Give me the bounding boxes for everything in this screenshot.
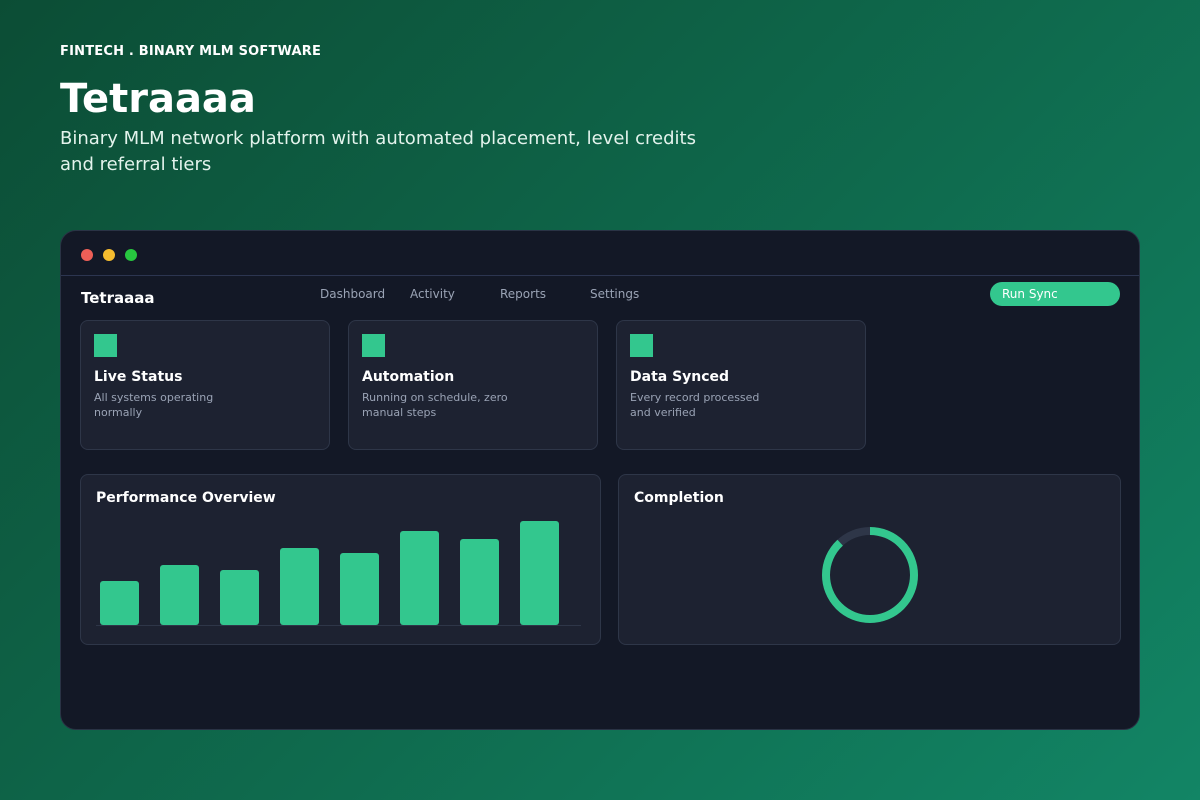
card-title: Automation (362, 369, 455, 385)
status-indicator-square (362, 334, 385, 357)
run-sync-button[interactable]: Run Sync (990, 282, 1120, 306)
performance-bar-chart (96, 521, 581, 626)
card-description: Every record processed and verified (630, 391, 760, 419)
performance-panel: Performance Overview (80, 474, 601, 645)
hero-subtitle: Binary MLM network platform with automat… (60, 128, 696, 175)
hero-eyebrow: FINTECH . BINARY MLM SOFTWARE (60, 44, 322, 59)
status-indicator-square (94, 334, 117, 357)
card-title: Live Status (94, 369, 183, 385)
card-title: Data Synced (630, 369, 730, 385)
maximize-window-dot[interactable] (125, 249, 137, 261)
nav-settings[interactable]: Settings (590, 287, 639, 301)
close-window-dot[interactable] (81, 249, 93, 261)
chart-bar (280, 548, 319, 625)
completion-panel: Completion (618, 474, 1121, 645)
chart-bar (460, 539, 499, 625)
chart-bar (520, 521, 559, 625)
completion-ring-progress (822, 527, 918, 623)
app-window: Tetraaaa Dashboard Activity Reports Sett… (60, 230, 1140, 730)
card-description: All systems operating normally (94, 391, 214, 419)
stat-card-automation: Automation Running on schedule, zero man… (348, 320, 598, 450)
hero-title: Tetraaaa (60, 76, 256, 122)
stat-card-live-status: Live Status All systems operating normal… (80, 320, 330, 450)
completion-ring-chart (822, 527, 918, 623)
status-indicator-square (630, 334, 653, 357)
nav-dashboard[interactable]: Dashboard (320, 287, 385, 301)
minimize-window-dot[interactable] (103, 249, 115, 261)
chart-bar (220, 570, 259, 625)
chart-bar (160, 565, 199, 625)
chart-bar (400, 531, 439, 625)
nav-reports[interactable]: Reports (500, 287, 546, 301)
app-brand: Tetraaaa (81, 289, 155, 307)
card-description: Running on schedule, zero manual steps (362, 391, 508, 419)
window-titlebar (61, 231, 1139, 276)
chart-bar (100, 581, 139, 625)
nav-activity[interactable]: Activity (410, 287, 455, 301)
stat-card-data-synced: Data Synced Every record processed and v… (616, 320, 866, 450)
chart-bar (340, 553, 379, 625)
